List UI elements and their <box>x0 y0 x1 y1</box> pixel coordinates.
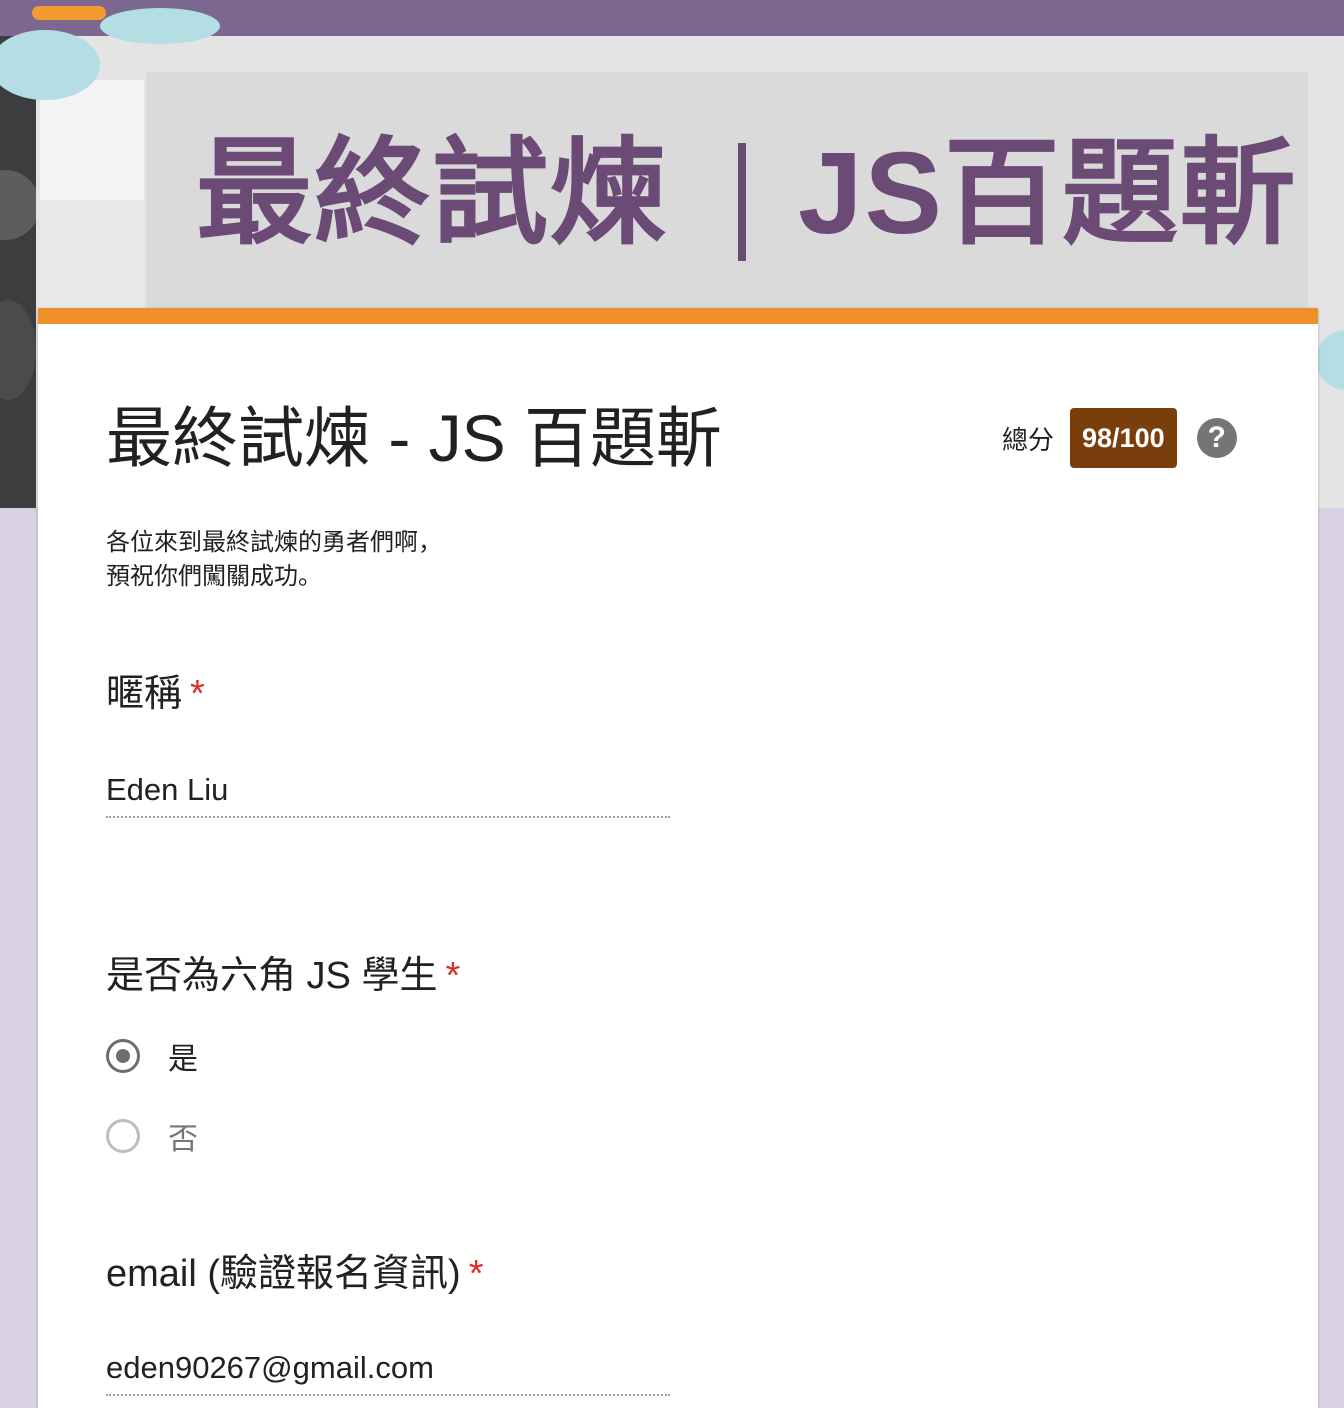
form-description: 各位來到最終試煉的勇者們啊， 預祝你們闖關成功。 <box>106 526 442 594</box>
banner-title-right: JS百題斬 <box>798 128 1298 258</box>
description-line: 各位來到最終試煉的勇者們啊， <box>106 529 442 556</box>
question-title-text: 暱稱 <box>106 673 183 715</box>
radio-checked-icon[interactable] <box>106 1039 140 1073</box>
banner-decoration <box>0 170 40 240</box>
help-icon[interactable]: ? <box>1196 418 1237 458</box>
required-star: * <box>190 673 205 715</box>
banner-title-separator <box>738 143 746 262</box>
form-card: 最終試煉 - JS 百題斬 總分 98/100 ? 各位來到最終試煉的勇者們啊，… <box>38 308 1318 1408</box>
card-accent-bar <box>38 308 1318 324</box>
email-field[interactable]: eden90267@gmail.com <box>106 1348 670 1396</box>
cloud-decoration <box>100 8 220 44</box>
score-label: 總分 <box>1002 424 1055 455</box>
required-star: * <box>468 1253 484 1295</box>
form-title: 最終試煉 - JS 百題斬 <box>106 401 723 475</box>
description-line: 預祝你們闖關成功。 <box>106 563 322 590</box>
score-badge: 98/100 <box>1070 408 1177 468</box>
banner-orange-decoration <box>32 6 106 20</box>
question-title-nickname: 暱稱 * <box>106 672 205 716</box>
question-title-text: email (驗證報名資訊) <box>106 1253 461 1295</box>
radio-label: 否 <box>168 1123 198 1156</box>
banner-side-block <box>40 200 144 308</box>
radio-unchecked-icon[interactable] <box>106 1119 140 1153</box>
score-area: 總分 98/100 ? <box>1002 408 1237 468</box>
required-star: * <box>445 955 461 997</box>
question-title-student: 是否為六角 JS 學生 * <box>106 954 460 998</box>
radio-option-no[interactable]: 否 <box>106 1116 198 1156</box>
banner-decoration <box>0 300 36 400</box>
banner-title-left: 最終試煉 <box>196 128 668 258</box>
question-title-text: 是否為六角 JS 學生 <box>106 955 438 997</box>
banner-title: 最終試煉 JS百題斬 <box>196 118 1298 268</box>
radio-label: 是 <box>168 1043 198 1076</box>
question-title-email: email (驗證報名資訊) * <box>106 1252 483 1296</box>
radio-option-yes[interactable]: 是 <box>106 1036 198 1076</box>
nickname-field[interactable]: Eden Liu <box>106 770 670 818</box>
